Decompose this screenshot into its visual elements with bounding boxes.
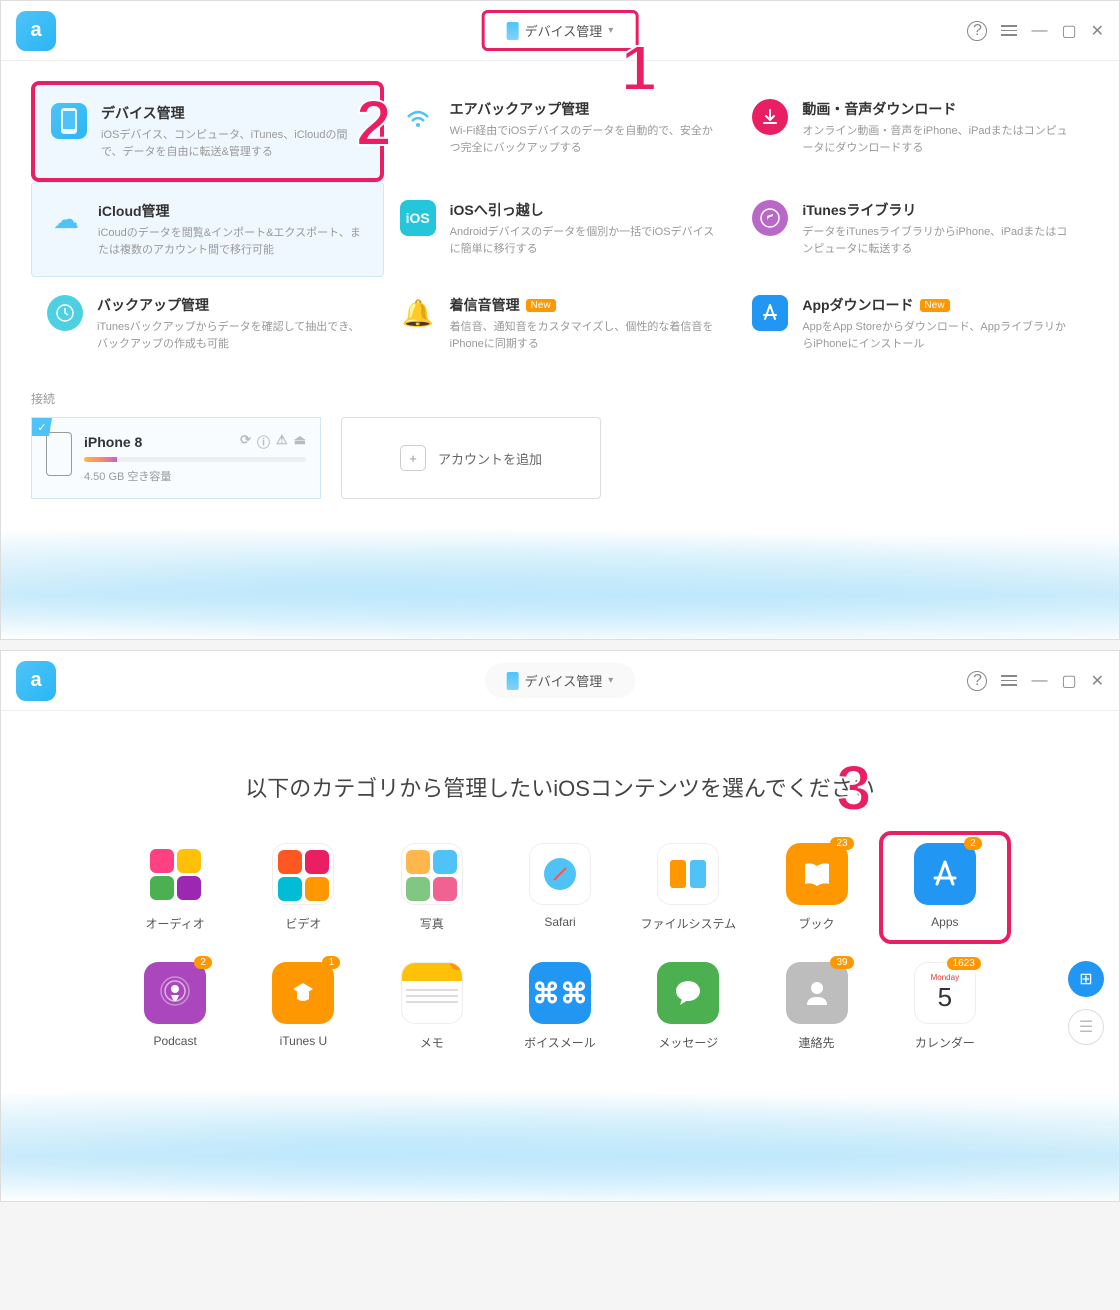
- check-icon: ✓: [32, 418, 52, 436]
- window-controls: ? — ▢ ✕: [967, 671, 1104, 691]
- menu-icon[interactable]: [1001, 25, 1017, 36]
- minimize-button[interactable]: —: [1031, 22, 1047, 40]
- titlebar: a デバイス管理 ▾ ? — ▢ ✕: [1, 1, 1119, 61]
- chevron-down-icon: ▾: [608, 675, 613, 686]
- itunesu-icon: 1: [272, 962, 334, 1024]
- add-account-button[interactable]: + アカウントを追加: [341, 417, 601, 499]
- feature-grid: デバイス管理iOSデバイス、コンピュータ、iTunes、iCloudの間で、デー…: [1, 61, 1119, 380]
- device-card[interactable]: ✓ iPhone 8 ⟳ ⓘ ⚠ ⏏ 4.50 GB 空き容量: [31, 417, 321, 499]
- feature-icloud-manage[interactable]: ☁ iCloud管理iCoudのデータを閲覧&インポート&エクスポート、または複…: [31, 182, 384, 277]
- window-controls: ? — ▢ ✕: [967, 21, 1104, 41]
- top-menu-device-manage[interactable]: デバイス管理 ▾: [482, 10, 639, 51]
- feature-ios-migrate[interactable]: iOS iOSへ引っ越しAndroidデバイスのデータを個別か一括でiOSデバイ…: [384, 182, 737, 277]
- minimize-button[interactable]: —: [1031, 672, 1047, 690]
- category-podcast[interactable]: 2 Podcast: [121, 962, 229, 1051]
- help-icon[interactable]: ?: [967, 671, 987, 691]
- category-grid: オーディオ ビデオ 写真 Safari ファイルシステム 23 ブック 2 Ap…: [1, 843, 1119, 1091]
- device-icon: [51, 103, 87, 139]
- filesystem-icon: [657, 843, 719, 905]
- feature-air-backup[interactable]: エアバックアップ管理Wi-Fi経由でiOSデバイスのデータを自動的で、安全かつ完…: [384, 81, 737, 182]
- bell-icon: 🔔: [400, 295, 436, 331]
- eject-icon[interactable]: ⏏: [294, 432, 306, 451]
- top-menu-label: デバイス管理: [525, 21, 603, 40]
- help-icon[interactable]: ?: [967, 21, 987, 41]
- safari-icon: [529, 843, 591, 905]
- app-logo-icon[interactable]: a: [16, 661, 56, 701]
- connect-label: 接続: [31, 390, 1089, 407]
- refresh-icon[interactable]: ⟳: [240, 432, 251, 451]
- close-button[interactable]: ✕: [1091, 21, 1104, 41]
- menu-icon[interactable]: [1001, 675, 1017, 686]
- device-phone-icon: [46, 432, 72, 476]
- list-view-button[interactable]: ☰: [1068, 1009, 1104, 1045]
- storage-bar: [84, 457, 306, 462]
- connect-section: 接続 ✓ iPhone 8 ⟳ ⓘ ⚠ ⏏ 4.50 GB 空き容量: [1, 380, 1119, 529]
- photo-icon: [401, 843, 463, 905]
- category-calendar[interactable]: Monday51623 カレンダー: [891, 962, 999, 1051]
- voicemail-icon: ⌘⌘: [529, 962, 591, 1024]
- callout-3: 3: [836, 751, 872, 825]
- appstore-icon: [752, 295, 788, 331]
- category-photo[interactable]: 写真: [378, 843, 486, 932]
- feature-itunes-library[interactable]: iTunesライブラリデータをiTunesライブラリからiPhone、iPadま…: [736, 182, 1089, 277]
- message-icon: [657, 962, 719, 1024]
- wave-decoration: [1, 1091, 1119, 1201]
- new-badge: New: [526, 299, 556, 312]
- phone-icon: [507, 672, 519, 690]
- grid-view-button[interactable]: ⊞: [1068, 961, 1104, 997]
- top-menu-device-manage[interactable]: デバイス管理 ▾: [485, 663, 636, 698]
- podcast-icon: 2: [144, 962, 206, 1024]
- wifi-icon: [400, 99, 436, 135]
- calendar-icon: Monday51623: [914, 962, 976, 1024]
- feature-backup-manage[interactable]: バックアップ管理iTunesバックアップからデータを確認して抽出でき、バックアッ…: [31, 277, 384, 370]
- category-video[interactable]: ビデオ: [249, 843, 357, 932]
- apps-icon: 2: [914, 843, 976, 905]
- memo-icon: 1: [401, 962, 463, 1024]
- category-contacts[interactable]: 39 連絡先: [762, 962, 870, 1051]
- window-1: 1 2 a デバイス管理 ▾ ? — ▢ ✕ デバイス管理iOSデバイス、コンピ…: [0, 0, 1120, 640]
- cloud-icon: ☁: [48, 201, 84, 237]
- chevron-down-icon: ▾: [608, 25, 613, 36]
- category-filesystem[interactable]: ファイルシステム: [634, 843, 742, 932]
- video-icon: [272, 843, 334, 905]
- audio-icon: [144, 843, 206, 905]
- category-audio[interactable]: オーディオ: [121, 843, 229, 932]
- category-itunesu[interactable]: 1 iTunes U: [249, 962, 357, 1051]
- ios-icon: iOS: [400, 200, 436, 236]
- phone-icon: [507, 22, 519, 40]
- floating-buttons: ⊞ ☰: [1068, 961, 1104, 1045]
- callout-2: 2: [356, 86, 392, 160]
- plus-icon: +: [400, 445, 426, 471]
- contacts-icon: 39: [786, 962, 848, 1024]
- wave-decoration: [1, 529, 1119, 639]
- category-message[interactable]: メッセージ: [634, 962, 742, 1051]
- feature-device-manage[interactable]: デバイス管理iOSデバイス、コンピュータ、iTunes、iCloudの間で、デー…: [31, 81, 384, 182]
- warning-icon[interactable]: ⚠: [276, 432, 288, 451]
- feature-ringtone-manage[interactable]: 🔔 着信音管理New着信音、通知音をカスタマイズし、個性的な着信音をiPhone…: [384, 277, 737, 370]
- category-memo[interactable]: 1 メモ: [378, 962, 486, 1051]
- titlebar-2: a デバイス管理 ▾ ? — ▢ ✕: [1, 651, 1119, 711]
- app-logo-icon[interactable]: a: [16, 11, 56, 51]
- category-book[interactable]: 23 ブック: [762, 843, 870, 932]
- category-voicemail[interactable]: ⌘⌘ ボイスメール: [506, 962, 614, 1051]
- feature-app-download[interactable]: AppダウンロードNewAppをApp Storeからダウンロード、Appライブ…: [736, 277, 1089, 370]
- category-safari[interactable]: Safari: [506, 843, 614, 932]
- callout-1: 1: [621, 31, 657, 105]
- clock-icon: [47, 295, 83, 331]
- info-icon[interactable]: ⓘ: [257, 432, 270, 451]
- close-button[interactable]: ✕: [1091, 671, 1104, 691]
- book-icon: 23: [786, 843, 848, 905]
- download-icon: [752, 99, 788, 135]
- maximize-button[interactable]: ▢: [1061, 21, 1076, 41]
- device-actions: ⟳ ⓘ ⚠ ⏏: [240, 432, 306, 451]
- window-2: 3 a デバイス管理 ▾ ? — ▢ ✕ 以下のカテゴリから管理したいiOSコン…: [0, 650, 1120, 1202]
- itunes-icon: [752, 200, 788, 236]
- storage-text: 4.50 GB 空き容量: [84, 468, 306, 484]
- content-title: 以下のカテゴリから管理したいiOSコンテンツを選んでください: [1, 711, 1119, 843]
- new-badge: New: [920, 299, 950, 312]
- feature-media-download[interactable]: 動画・音声ダウンロードオンライン動画・音声をiPhone、iPadまたはコンピュ…: [736, 81, 1089, 182]
- category-apps[interactable]: 2 Apps: [879, 831, 1011, 944]
- maximize-button[interactable]: ▢: [1061, 671, 1076, 691]
